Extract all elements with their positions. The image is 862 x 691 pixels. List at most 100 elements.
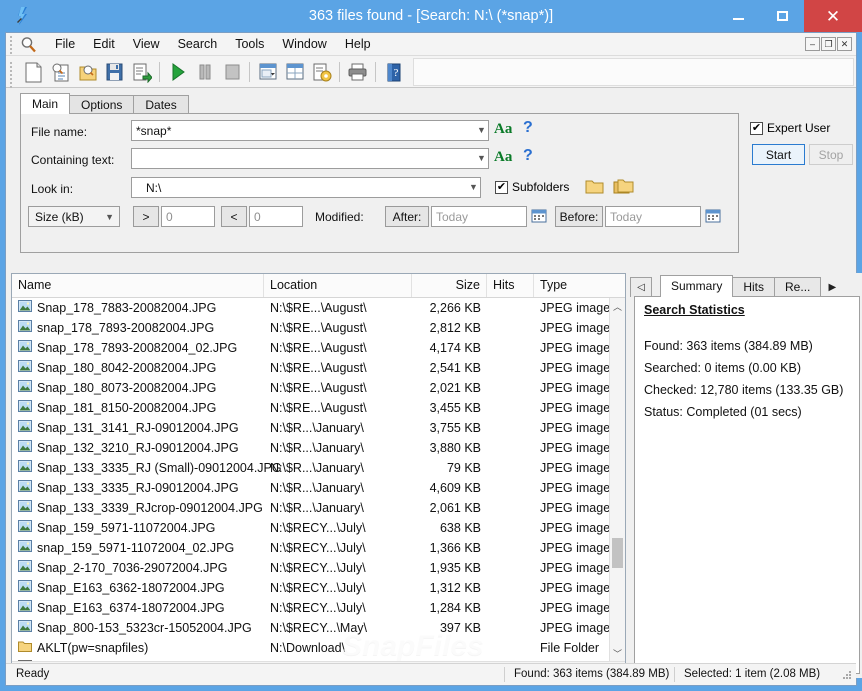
vertical-scroll-thumb[interactable] <box>612 538 623 568</box>
calendar-icon[interactable] <box>531 208 547 223</box>
containing-text-help-icon[interactable]: ? <box>523 147 533 165</box>
table-row[interactable]: Snap_178_7883-20082004.JPG N:\$RE...\Augu… <box>12 298 625 318</box>
tab-options[interactable]: Options <box>69 95 135 114</box>
new-document-icon[interactable] <box>20 58 47 86</box>
table-row[interactable]: Snap_E163_6374-18072004.JPG N:\$RECY...\J… <box>12 598 625 618</box>
table-row[interactable]: Snap_180_8042-20082004.JPG N:\$RE...\Augu… <box>12 358 625 378</box>
size-greater-input[interactable] <box>161 206 215 227</box>
file-name-text: Snap_132_3210_RJ-09012004.JPG <box>37 441 239 455</box>
cell-size: 2,266 KB <box>429 301 481 315</box>
tab-hits[interactable]: Hits <box>732 277 776 297</box>
filename-case-icon[interactable]: Aa <box>494 121 512 138</box>
expert-user-checkbox[interactable]: ✔ Expert User <box>750 121 830 135</box>
containing-text-input[interactable] <box>131 148 489 169</box>
filename-help-icon[interactable]: ? <box>523 119 533 137</box>
table-row[interactable]: Snap_181_8150-20082004.JPG N:\$RE...\Augu… <box>12 398 625 418</box>
add-folder-icon[interactable] <box>585 178 604 198</box>
mdi-close-button[interactable]: ✕ <box>837 37 852 51</box>
properties-icon[interactable] <box>308 58 335 86</box>
modified-before-input[interactable] <box>605 206 701 227</box>
mdi-restore-button[interactable]: ❐ <box>821 37 836 51</box>
start-button[interactable]: Start <box>752 144 805 165</box>
scroll-up-icon[interactable]: ︿ <box>610 298 625 314</box>
browse-folders-icon[interactable] <box>613 178 634 198</box>
lookin-dropdown-arrow[interactable]: ▼ <box>466 177 481 197</box>
results-column-headers: Name Location Size Hits Type <box>12 274 625 298</box>
stop-button[interactable]: Stop <box>809 144 853 165</box>
tab-dates[interactable]: Dates <box>133 95 189 114</box>
column-header-hits[interactable]: Hits <box>487 274 534 297</box>
menu-item-file[interactable]: File <box>46 33 84 56</box>
open-folder-icon[interactable] <box>74 58 101 86</box>
table-row[interactable]: Snap_178_7893-20082004_02.JPG N:\$RE...\A… <box>12 338 625 358</box>
cell-location: N:\$RECY...\May\ <box>270 621 368 635</box>
table-row[interactable]: snap_178_7893-20082004.JPG N:\$RE...\Augu… <box>12 318 625 338</box>
pause-icon[interactable] <box>191 58 218 86</box>
search-panel: Main Options Dates File name: ▼ Aa ? Con… <box>6 88 856 263</box>
menu-item-tools[interactable]: Tools <box>226 33 273 56</box>
table-row[interactable]: Snap_159_5971-11072004.JPG N:\$RECY...\Ju… <box>12 518 625 538</box>
table-row[interactable]: Snap_133_3335_RJ (Small)-09012004.JPG N:\… <box>12 458 625 478</box>
window-split-icon[interactable] <box>281 58 308 86</box>
mdi-minimize-button[interactable]: – <box>805 37 820 51</box>
cell-name: Snap_131_3141_RJ-09012004.JPG <box>18 418 239 438</box>
table-row[interactable]: AKLT(pw=snapfiles) N:\Download\ File Folde… <box>12 638 625 658</box>
modified-after-button[interactable]: After: <box>385 206 429 227</box>
table-row[interactable]: Snap_131_3141_RJ-09012004.JPG N:\$R...\Ja… <box>12 418 625 438</box>
containing-text-dropdown-arrow[interactable]: ▼ <box>474 148 489 168</box>
subfolders-checkbox[interactable]: ✔ Subfolders <box>495 180 569 194</box>
column-header-name[interactable]: Name <box>12 274 264 297</box>
table-row[interactable]: Snap_800-153_5323cr-15052004.JPG N:\$RECY… <box>12 618 625 638</box>
tab-main[interactable]: Main <box>20 93 71 114</box>
start-search-icon[interactable] <box>164 58 191 86</box>
cell-type: JPEG image <box>540 381 611 395</box>
column-header-type[interactable]: Type <box>534 274 625 297</box>
table-row[interactable]: Snap_133_3335_RJ-09012004.JPG N:\$R...\Ja… <box>12 478 625 498</box>
table-row[interactable]: Snap_132_3210_RJ-09012004.JPG N:\$R...\Ja… <box>12 438 625 458</box>
tab-summary[interactable]: Summary <box>660 275 734 297</box>
size-less-input[interactable] <box>249 206 303 227</box>
cell-name: Snap_E163_6362-18072004.JPG <box>18 578 225 598</box>
table-row[interactable]: Snap_E163_6362-18072004.JPG N:\$RECY...\J… <box>12 578 625 598</box>
size-less-button[interactable]: < <box>221 206 247 227</box>
table-row[interactable]: Snap_133_3339_RJcrop-09012004.JPG N:\$R..… <box>12 498 625 518</box>
menu-item-help[interactable]: Help <box>336 33 380 56</box>
window-maximize-button[interactable] <box>760 0 804 32</box>
menu-item-search[interactable]: Search <box>169 33 227 56</box>
filename-dropdown-arrow[interactable]: ▼ <box>474 120 489 140</box>
tab-scroll-prev-icon[interactable]: ◁ <box>630 277 652 297</box>
print-icon[interactable] <box>344 58 371 86</box>
filename-input[interactable] <box>131 120 489 141</box>
open-search-icon[interactable] <box>47 58 74 86</box>
save-icon[interactable] <box>101 58 128 86</box>
menu-item-window[interactable]: Window <box>273 33 335 56</box>
table-row[interactable]: Snap_2-170_7036-29072004.JPG N:\$RECY...\… <box>12 558 625 578</box>
lookin-input[interactable] <box>131 177 481 198</box>
tab-scroll-next-icon[interactable]: ▶ <box>821 277 843 297</box>
menu-item-edit[interactable]: Edit <box>84 33 124 56</box>
results-vertical-scrollbar[interactable]: ︿ ﹀ <box>609 298 625 661</box>
containing-text-case-icon[interactable]: Aa <box>494 149 512 166</box>
scroll-down-icon[interactable]: ﹀ <box>610 645 625 661</box>
table-row[interactable]: snap_159_5971-11072004_02.JPG N:\$RECY...… <box>12 538 625 558</box>
column-header-location[interactable]: Location <box>264 274 412 297</box>
stop-icon[interactable] <box>218 58 245 86</box>
window-minimize-button[interactable] <box>716 0 760 32</box>
tab-re[interactable]: Re... <box>774 277 822 297</box>
export-icon[interactable] <box>128 58 155 86</box>
window-close-button[interactable]: ✕ <box>804 0 862 32</box>
panel-layout-icon[interactable] <box>254 58 281 86</box>
image-file-icon <box>18 478 32 498</box>
modified-after-input[interactable] <box>431 206 527 227</box>
size-greater-button[interactable]: > <box>133 206 159 227</box>
help-book-icon[interactable]: ? <box>380 58 407 86</box>
table-row[interactable]: Snap_180_8073-20082004.JPG N:\$RE...\Augu… <box>12 378 625 398</box>
column-header-size[interactable]: Size <box>412 274 487 297</box>
size-unit-select[interactable]: Size (kB) ▼ <box>28 206 120 227</box>
calendar-icon[interactable] <box>705 208 721 223</box>
menu-item-view[interactable]: View <box>124 33 169 56</box>
cell-size: 1,366 KB <box>429 541 481 555</box>
resize-grip-icon[interactable] <box>843 671 852 680</box>
status-divider <box>674 667 675 682</box>
modified-before-button[interactable]: Before: <box>555 206 603 227</box>
